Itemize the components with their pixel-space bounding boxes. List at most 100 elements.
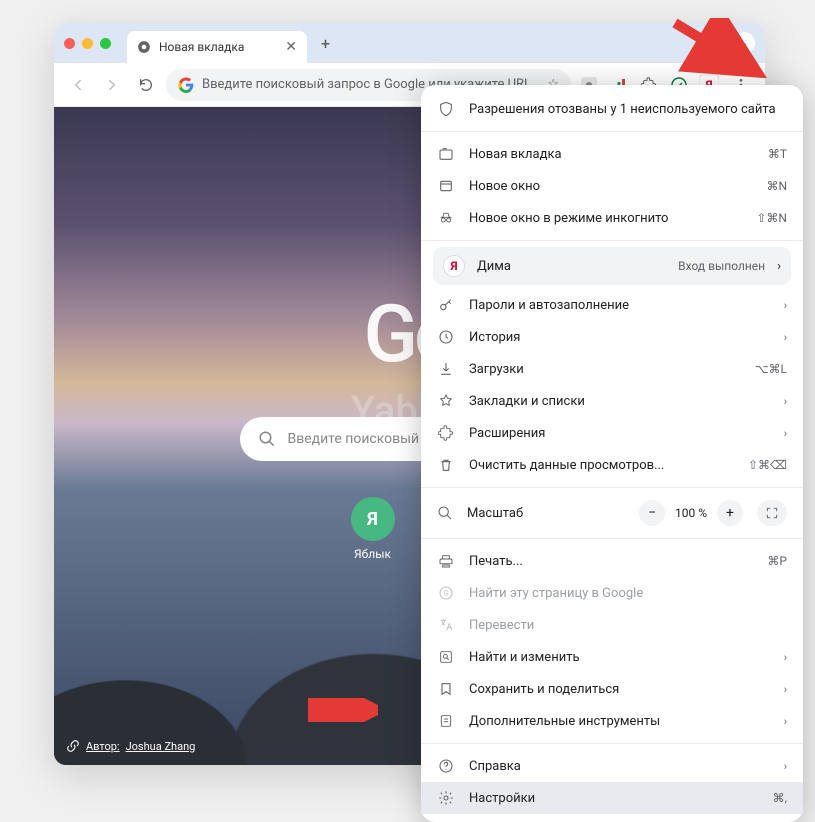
minimize-window-button[interactable] [82, 38, 93, 49]
shortcut-icon: Я [351, 497, 395, 541]
titlebar: Новая вкладка ✕ + ⌄ [54, 23, 765, 63]
menu-label: Новое окно [469, 179, 752, 194]
menu-print[interactable]: Печать... ⌘P [421, 545, 803, 577]
link-icon [66, 739, 80, 753]
menu-shortcut: ⌘P [767, 554, 787, 568]
download-icon [437, 361, 455, 377]
menu-settings[interactable]: Настройки ⌘, [421, 782, 803, 814]
new-tab-icon [437, 146, 455, 162]
menu-history[interactable]: История › [421, 321, 803, 353]
window-controls [64, 38, 111, 49]
menu-shortcut: ⇧⌘⌫ [748, 458, 787, 472]
google-search-icon: G [437, 585, 455, 601]
menu-shortcut: ⌘T [768, 147, 787, 161]
menu-permissions[interactable]: Разрешения отозваны у 1 неиспользуемого … [421, 93, 803, 125]
svg-text:G: G [444, 589, 449, 598]
menu-label: Найти и изменить [469, 650, 770, 665]
menu-label: Найти эту страницу в Google [469, 586, 787, 601]
chevron-right-icon: › [784, 651, 787, 664]
menu-help[interactable]: Справка › [421, 750, 803, 782]
main-menu-dropdown: Разрешения отозваны у 1 неиспользуемого … [421, 85, 803, 822]
menu-separator [421, 131, 803, 132]
close-tab-button[interactable]: ✕ [285, 39, 297, 55]
menu-clear-data[interactable]: Очистить данные просмотров... ⇧⌘⌫ [421, 449, 803, 481]
menu-new-tab[interactable]: Новая вкладка ⌘T [421, 138, 803, 170]
menu-more-tools[interactable]: Дополнительные инструменты › [421, 705, 803, 737]
chevron-right-icon: › [784, 395, 787, 408]
menu-label: Печать... [469, 554, 753, 569]
menu-label: Новая вкладка [469, 147, 754, 162]
menu-label: Настройки [469, 791, 759, 806]
menu-find-edit[interactable]: Найти и изменить › [421, 641, 803, 673]
search-icon [258, 430, 276, 448]
reload-icon [138, 77, 154, 93]
menu-zoom: Масштаб − 100 % + [421, 494, 803, 532]
trash-icon [437, 457, 455, 473]
menu-label: История [469, 330, 770, 345]
tab-title: Новая вкладка [159, 40, 244, 54]
menu-passwords[interactable]: Пароли и автозаполнение › [421, 289, 803, 321]
menu-profile[interactable]: Я Дима Вход выполнен › [433, 247, 791, 285]
menu-new-window[interactable]: Новое окно ⌘N [421, 170, 803, 202]
chrome-tab-icon [137, 40, 151, 54]
menu-label: Дополнительные инструменты [469, 714, 770, 729]
menu-label: Разрешения отозваны у 1 неиспользуемого … [469, 102, 787, 117]
bookmark-icon [437, 393, 455, 409]
menu-label: Справка [469, 759, 770, 774]
browser-tab[interactable]: Новая вкладка ✕ [127, 31, 307, 63]
menu-shortcut: ⌥⌘L [755, 362, 787, 376]
background-author[interactable]: Автор: Joshua Zhang [66, 739, 195, 753]
menu-extensions[interactable]: Расширения › [421, 417, 803, 449]
menu-bookmarks[interactable]: Закладки и списки › [421, 385, 803, 417]
menu-separator [421, 487, 803, 488]
menu-incognito[interactable]: Новое окно в режиме инкогнито ⇧⌘N [421, 202, 803, 234]
find-icon [437, 649, 455, 665]
close-window-button[interactable] [64, 38, 75, 49]
fullscreen-button[interactable] [757, 500, 787, 526]
google-icon [178, 77, 194, 93]
chevron-right-icon: › [777, 259, 781, 274]
menu-separator [421, 538, 803, 539]
forward-icon [103, 76, 121, 94]
shortcut-yablyk[interactable]: Я Яблык [351, 497, 395, 561]
forward-button[interactable] [98, 71, 126, 99]
chevron-right-icon: › [784, 760, 787, 773]
extension-icon [437, 425, 455, 441]
reload-button[interactable] [132, 71, 160, 99]
author-name: Joshua Zhang [126, 740, 196, 753]
tools-icon [437, 713, 455, 729]
menu-save-share[interactable]: Сохранить и поделиться › [421, 673, 803, 705]
menu-separator [421, 743, 803, 744]
maximize-window-button[interactable] [100, 38, 111, 49]
chevron-right-icon: › [784, 683, 787, 696]
menu-label: Загрузки [469, 362, 741, 377]
menu-shortcut: ⌘N [766, 179, 787, 193]
profile-name: Дима [477, 259, 666, 274]
new-tab-button[interactable]: + [315, 34, 336, 53]
profile-avatar: Я [443, 255, 465, 277]
menu-separator [421, 240, 803, 241]
author-prefix: Автор: [86, 740, 120, 753]
menu-shortcut: ⇧⌘N [756, 211, 787, 225]
menu-label: Масштаб [467, 506, 523, 521]
chevron-right-icon: › [784, 715, 787, 728]
chevron-right-icon: › [784, 331, 787, 344]
back-icon [69, 76, 87, 94]
help-icon [437, 758, 455, 774]
zoom-in-button[interactable]: + [717, 500, 743, 526]
menu-label: Перевести [469, 618, 787, 633]
menu-find-google: G Найти эту страницу в Google [421, 577, 803, 609]
menu-shortcut: ⌘, [773, 791, 787, 805]
back-button[interactable] [64, 71, 92, 99]
zoom-value: 100 % [671, 506, 711, 520]
zoom-out-button[interactable]: − [639, 500, 665, 526]
menu-downloads[interactable]: Загрузки ⌥⌘L [421, 353, 803, 385]
menu-label: Закладки и списки [469, 394, 770, 409]
menu-label: Новое окно в режиме инкогнито [469, 211, 742, 226]
profile-status: Вход выполнен [678, 259, 765, 273]
zoom-icon [437, 505, 453, 521]
menu-label: Расширения [469, 426, 770, 441]
collapse-tabs-button[interactable]: ⌄ [733, 32, 755, 54]
print-icon [437, 553, 455, 569]
chevron-right-icon: › [784, 299, 787, 312]
